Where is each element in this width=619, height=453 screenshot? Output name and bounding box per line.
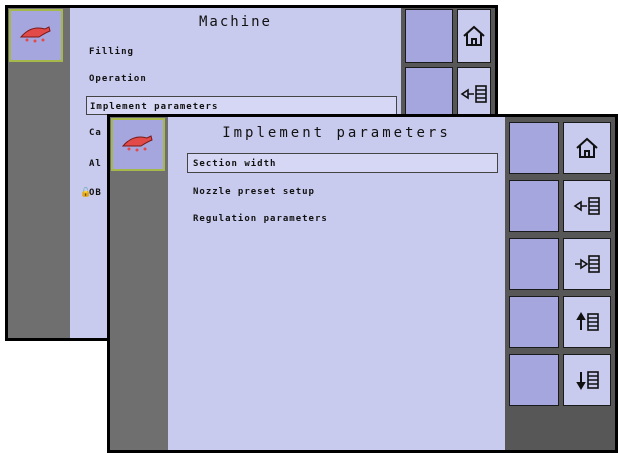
forward-list-icon — [575, 255, 600, 273]
implement-parameters-panel: Implement parameters Section width Nozzl… — [168, 117, 505, 450]
implement-parameters-screen: Implement parameters Section width Nozzl… — [107, 114, 618, 453]
home-button[interactable] — [457, 9, 491, 63]
home-icon — [463, 25, 485, 46]
side-button[interactable] — [405, 67, 453, 121]
sprayer-logo-icon — [121, 135, 153, 152]
menu-item-nozzle-preset-setup[interactable]: Nozzle preset setup — [193, 187, 315, 197]
home-button[interactable] — [563, 122, 611, 174]
side-button[interactable] — [509, 296, 559, 348]
left-column — [8, 8, 70, 338]
back-list-icon — [460, 85, 487, 103]
forward-button[interactable] — [563, 238, 611, 290]
menu-item-filling[interactable]: Filling — [89, 47, 134, 57]
menu-item-al[interactable]: Al — [89, 159, 102, 169]
right-column — [505, 117, 615, 450]
back-list-icon — [573, 197, 600, 215]
menu-item-ca[interactable]: Ca — [89, 128, 102, 138]
down-list-icon — [576, 371, 599, 390]
sprayer-logo-icon — [19, 26, 51, 43]
logo-button[interactable] — [9, 9, 63, 62]
lock-icon: 🔓 — [80, 188, 93, 198]
menu-item-section-width[interactable]: Section width — [187, 153, 498, 173]
menu-item-regulation-parameters[interactable]: Regulation parameters — [193, 214, 328, 224]
back-button[interactable] — [457, 67, 491, 121]
side-button[interactable] — [509, 180, 559, 232]
side-button[interactable] — [405, 9, 453, 63]
side-button[interactable] — [509, 354, 559, 406]
back-button[interactable] — [563, 180, 611, 232]
scroll-down-button[interactable] — [563, 354, 611, 406]
home-icon — [576, 137, 598, 158]
side-button[interactable] — [509, 238, 559, 290]
side-button[interactable] — [509, 122, 559, 174]
left-column — [110, 117, 168, 450]
page-title: Implement parameters — [222, 125, 451, 141]
page-title: Machine — [198, 14, 272, 30]
up-list-icon — [576, 312, 599, 331]
scroll-up-button[interactable] — [563, 296, 611, 348]
menu-item-ob[interactable]: 🔓 OB — [80, 188, 102, 198]
menu-item-operation[interactable]: Operation — [89, 74, 147, 84]
menu-item-implement-parameters[interactable]: Implement parameters — [86, 96, 397, 115]
logo-button[interactable] — [111, 118, 165, 171]
